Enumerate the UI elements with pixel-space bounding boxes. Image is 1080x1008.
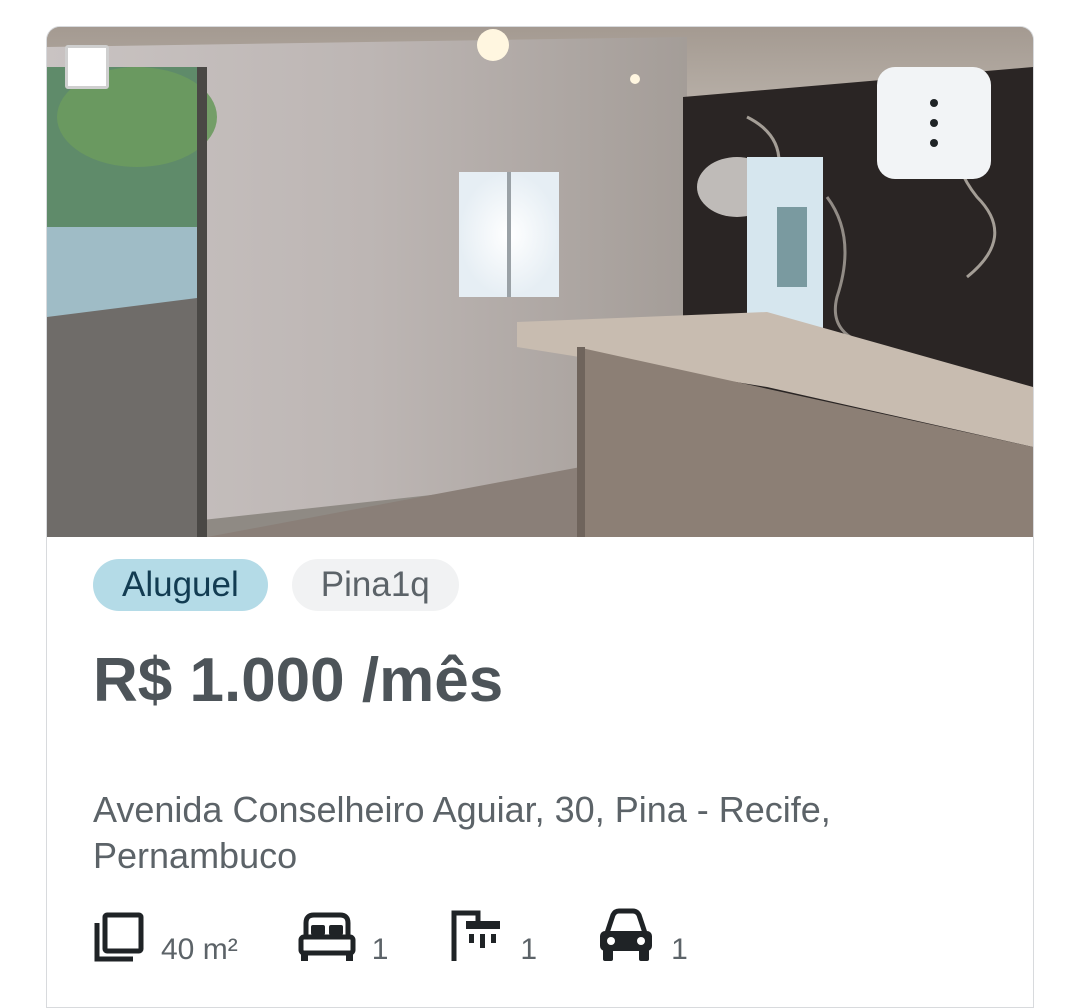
more-options-button[interactable] <box>877 67 991 179</box>
more-options-dot-icon <box>930 119 938 127</box>
area-icon <box>94 912 144 962</box>
feature-area: 40 m² <box>93 911 238 966</box>
bedrooms-value: 1 <box>371 933 389 966</box>
more-options-dot-icon <box>930 99 938 107</box>
area-value: 40 m² <box>161 933 238 966</box>
listing-code-badge: Pina1q <box>291 559 459 611</box>
feature-bedrooms: 1 <box>298 911 388 966</box>
listing-price: R$ 1.000 /mês <box>93 646 504 715</box>
bed-icon <box>298 912 356 961</box>
listing-features: 40 m² 1 1 1 <box>93 907 748 966</box>
listing-address: Avenida Conselheiro Aguiar, 30, Pina - R… <box>93 789 831 876</box>
parking-value: 1 <box>671 933 688 966</box>
more-options-dot-icon <box>930 139 938 147</box>
listing-photo[interactable] <box>47 27 1033 537</box>
shower-icon <box>451 910 501 961</box>
car-icon <box>600 908 653 961</box>
feature-bathrooms: 1 <box>448 907 537 966</box>
feature-parking: 1 <box>597 907 688 966</box>
bathrooms-value: 1 <box>520 933 538 966</box>
listing-tags: Aluguel Pina1q <box>93 559 993 611</box>
listing-type-badge: Aluguel <box>93 559 268 611</box>
listing-details: Aluguel Pina1q R$ 1.000 /mês Avenida Con… <box>93 559 993 966</box>
listing-card[interactable]: Aluguel Pina1q R$ 1.000 /mês Avenida Con… <box>46 26 1034 1008</box>
select-checkbox[interactable] <box>65 45 109 89</box>
